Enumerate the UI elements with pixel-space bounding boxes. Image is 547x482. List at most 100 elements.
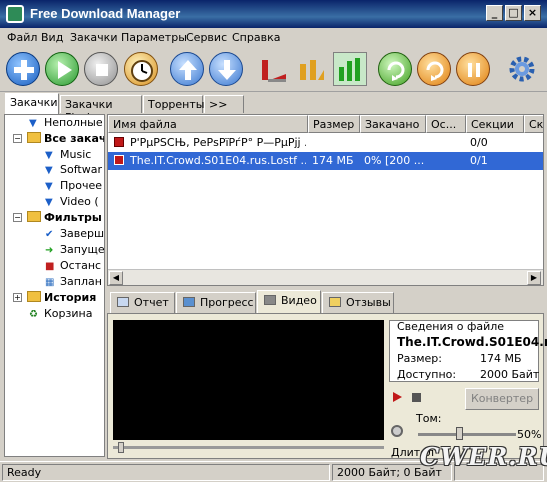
volume-handle[interactable] <box>456 427 463 440</box>
tree-item-filters[interactable]: Фильтры <box>27 211 102 224</box>
menu-view[interactable]: Вид <box>41 31 63 44</box>
tree-item-software[interactable]: ▼ Softwar <box>45 163 102 176</box>
download-green-button[interactable] <box>378 52 412 86</box>
log-icon <box>117 297 129 307</box>
row-sections: 0/0 <box>470 136 488 149</box>
play-icon <box>58 61 72 79</box>
folder-icon <box>27 132 41 143</box>
scroll-left-button[interactable]: ◀ <box>109 271 123 285</box>
down-arrow-icon: ▼ <box>45 197 53 208</box>
download-orange-button[interactable] <box>417 52 451 86</box>
menu-service[interactable]: Сервис <box>186 31 227 44</box>
traffic-low-button[interactable] <box>256 52 290 86</box>
table-row-selected[interactable]: The.IT.Crowd.S01E04.rus.Lostf ... 174 МБ… <box>108 152 543 170</box>
tab-flash-downloads[interactable]: Закачки Flash <box>60 95 142 124</box>
menu-downloads[interactable]: Закачки <box>70 31 117 44</box>
stopped-status-icon <box>114 155 124 165</box>
traffic-medium-button[interactable] <box>294 52 328 86</box>
menu-file[interactable]: Файл <box>7 31 37 44</box>
tab-downloads[interactable]: Закачки <box>5 93 59 114</box>
play-icon[interactable] <box>393 392 402 402</box>
column-header-sections[interactable]: Секции <box>466 115 524 133</box>
camera-icon <box>264 295 276 305</box>
menu-help[interactable]: Справка <box>232 31 280 44</box>
move-up-button[interactable] <box>170 52 204 86</box>
tree-item-all-downloads[interactable]: Все закач <box>27 132 104 145</box>
tree-item-trash[interactable]: ♻ Корзина <box>29 307 92 320</box>
column-header-remaining[interactable]: Ос... <box>426 115 466 133</box>
toolbar <box>0 48 547 92</box>
tab-progress[interactable]: Прогресс <box>176 292 256 313</box>
column-header-speed[interactable]: Ско <box>524 115 543 133</box>
column-header-size[interactable]: Размер <box>308 115 360 133</box>
volume-slider[interactable] <box>418 433 516 436</box>
tree-item-other[interactable]: ▼ Прочее <box>45 179 102 192</box>
seek-bar[interactable] <box>113 446 384 449</box>
stop-button[interactable] <box>84 52 118 86</box>
start-button[interactable] <box>45 52 79 86</box>
down-arrow-icon: ▼ <box>45 181 53 192</box>
tab-reviews[interactable]: Отзывы <box>322 292 394 313</box>
seek-handle[interactable] <box>118 442 124 453</box>
file-info-header: Сведения о файле <box>397 320 505 333</box>
stop-icon <box>96 64 108 76</box>
tree-item-completed[interactable]: ✔ Заверш <box>45 227 104 240</box>
expand-toggle[interactable]: − <box>13 134 22 143</box>
volume-label: Том: <box>416 412 442 425</box>
volume-percent: 50% <box>517 428 542 441</box>
stop-icon: ■ <box>45 261 55 272</box>
scheduler-button[interactable] <box>124 52 158 86</box>
folder-icon <box>27 291 41 302</box>
video-preview[interactable] <box>113 320 384 440</box>
tree-item-music[interactable]: ▼ Music <box>45 148 91 161</box>
file-info-size-value: 174 МБ <box>480 352 522 365</box>
add-download-button[interactable] <box>6 52 40 86</box>
stop-icon[interactable] <box>412 393 421 402</box>
comments-icon <box>329 297 341 307</box>
tree-item-scheduled[interactable]: ▦ Заплан <box>45 275 102 288</box>
move-down-button[interactable] <box>209 52 243 86</box>
minimize-button[interactable]: _ <box>486 5 503 21</box>
traffic-high-button[interactable] <box>333 52 367 86</box>
column-header-filename[interactable]: Имя файла <box>108 115 308 133</box>
row-filename: The.IT.Crowd.S01E04.rus.Lostf ... <box>130 154 306 167</box>
table-row[interactable]: Р'РµРЅСЊ, РеРѕРїРѓР° Р—РµРјј ... 0/0 <box>108 134 543 152</box>
title-bar: Free Download Manager _ □ × <box>0 0 547 28</box>
file-info-name: The.IT.Crowd.S01E04.r <box>397 335 547 349</box>
category-tree: ▼ Неполные − Все закач ▼ Music ▼ Softwar ▼ П… <box>4 114 105 457</box>
tab-torrents[interactable]: Торренты <box>143 95 204 113</box>
folder-icon <box>27 211 41 222</box>
pause-all-button[interactable] <box>456 52 490 86</box>
horizontal-scrollbar[interactable]: ◀ ▶ <box>108 269 543 285</box>
settings-button[interactable] <box>505 52 539 86</box>
expand-toggle[interactable]: + <box>13 293 22 302</box>
row-sections: 0/1 <box>470 154 488 167</box>
window-title: Free Download Manager <box>30 6 181 21</box>
clock-icon <box>131 60 153 82</box>
maximize-button[interactable]: □ <box>505 5 522 21</box>
app-icon <box>6 5 24 23</box>
tree-item-video[interactable]: ▼ Video ( <box>45 195 99 208</box>
menu-options[interactable]: Параметры <box>121 31 187 44</box>
row-filename: Р'РµРЅСЊ, РеРѕРїРѓР° Р—РµРјј ... <box>130 136 306 149</box>
scroll-right-button[interactable]: ▶ <box>527 271 541 285</box>
progress-icon <box>183 297 195 307</box>
download-list: Имя файла Размер Закачано Ос... Секции С… <box>107 114 544 286</box>
tab-log[interactable]: Отчет <box>110 292 175 313</box>
tree-item-running[interactable]: ➜ Запуще <box>45 243 104 256</box>
close-button[interactable]: × <box>524 5 541 21</box>
tree-item-stopped[interactable]: ■ Останс <box>45 259 101 272</box>
tree-item-incomplete[interactable]: ▼ Неполные <box>29 116 103 129</box>
tree-item-history[interactable]: История <box>27 291 96 304</box>
refresh-icon <box>387 61 405 81</box>
checkmark-icon: ✔ <box>45 229 54 240</box>
tab-video[interactable]: Видео <box>257 290 321 314</box>
column-header-downloaded[interactable]: Закачано <box>360 115 426 133</box>
tab-more[interactable]: >> <box>204 95 244 113</box>
traffic-medium-icon <box>300 60 324 80</box>
converter-button[interactable]: Конвертер <box>465 388 539 410</box>
recycle-bin-icon: ♻ <box>29 309 38 320</box>
speaker-icon <box>391 425 403 437</box>
expand-toggle[interactable]: − <box>13 213 22 222</box>
file-info-box: Сведения о файле The.IT.Crowd.S01E04.r Р… <box>389 320 547 382</box>
